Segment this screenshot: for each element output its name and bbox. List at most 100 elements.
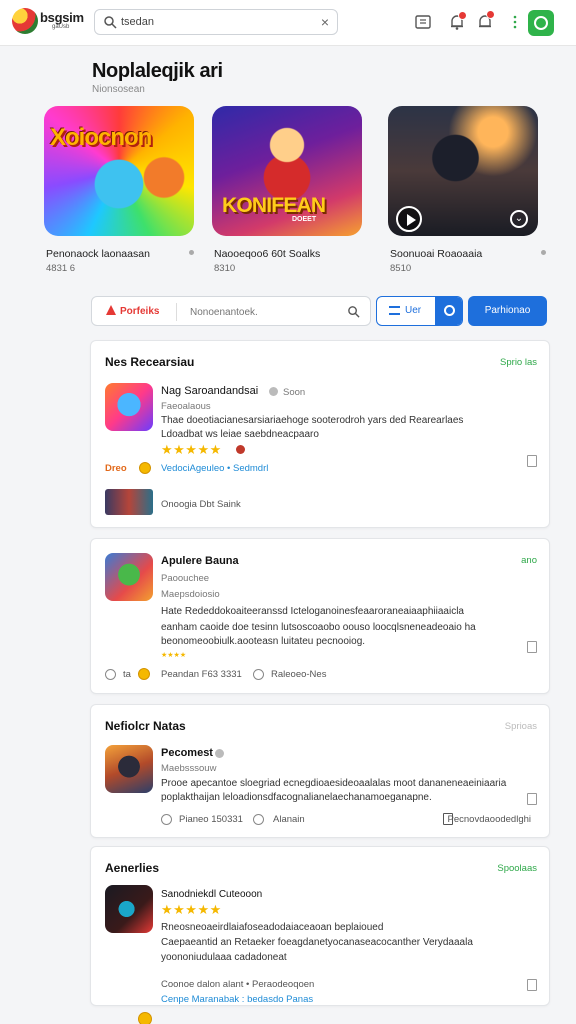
item-description-line: Prooe apecantoe sloegriad ecnegdioaeside… <box>161 778 507 789</box>
featured-card-3[interactable]: ⌄ <box>388 106 538 236</box>
item-subtitle-2: Maepsdoiosio <box>161 589 220 600</box>
app-logo[interactable]: bsgsim gaUsb <box>12 6 84 36</box>
item-subtitle: Paoouchee <box>161 573 210 584</box>
search-icon <box>104 16 117 29</box>
footer-meta[interactable]: Alanain <box>273 814 305 825</box>
featured-card-2[interactable]: KONIFEAN DOEET <box>212 106 362 236</box>
content-card: Nefiolcr Natas Sprioas Pecomest Maebssso… <box>90 704 550 838</box>
featured-title: Penonaock laonaasan <box>46 248 150 260</box>
profile-icon <box>534 16 548 30</box>
comment-icon[interactable] <box>161 814 172 825</box>
game-thumbnail[interactable] <box>105 885 153 933</box>
promo-tag: Dreo <box>105 463 127 474</box>
item-title[interactable]: Sanodniekdl Cuteooon <box>161 889 262 900</box>
bookmark-icon[interactable] <box>527 641 537 653</box>
coin-icon <box>138 668 150 680</box>
verified-icon <box>269 387 278 396</box>
item-subtitle: Maebsssouw <box>161 763 217 774</box>
clock-icon <box>253 814 264 825</box>
featured-meta: 4831 6 <box>46 263 76 274</box>
page-subtitle: Nionsosean <box>92 84 145 95</box>
profile-button[interactable] <box>528 10 554 36</box>
page-title: Noplaleqjik ari <box>92 60 223 82</box>
search-bar: × <box>94 9 338 35</box>
primary-action-button[interactable]: Parhionao <box>468 296 547 326</box>
refresh-icon[interactable] <box>105 669 116 680</box>
game-thumbnail[interactable] <box>105 553 153 601</box>
featured-caption-1: Penonaock laonaasan 4831 6 <box>46 248 196 274</box>
item-description-line: Rneosneoaeirdlaiafoseadodaiaceaoan bepla… <box>161 922 384 933</box>
card-link[interactable]: Sprioas <box>505 721 537 732</box>
list-view-button[interactable]: Uer <box>377 297 433 325</box>
footer-meta: Coonoe dalon alant • Peraodeoqoen <box>161 979 315 990</box>
footer-meta[interactable]: Pecnovdaoodedlghi <box>448 814 531 825</box>
notification-badge <box>486 10 495 19</box>
item-title[interactable]: Apulere Bauna <box>161 555 239 567</box>
item-tag: Soon <box>283 387 306 398</box>
bookmark-icon[interactable] <box>527 979 537 991</box>
item-description-line: Ldoadbat ws leiae saebdneacpaaro <box>161 429 319 440</box>
footer-meta: Peandan F63 3331 <box>161 669 242 680</box>
card-link[interactable]: ano <box>521 555 537 566</box>
featured-art-subtitle: DOEET <box>292 216 317 223</box>
content-card: Nes Recearsiau Sprio las Nag Saroandands… <box>90 340 550 528</box>
rating-stars: ★★★★ <box>161 652 187 659</box>
footer-meta: ta <box>123 669 131 680</box>
item-title[interactable]: Pecomest <box>161 747 213 759</box>
rating-stars: ★★★★★ <box>161 442 222 457</box>
footer-link[interactable]: Cenpe Maranabak : bedasdo Panas <box>161 994 313 1005</box>
more-dot-icon[interactable] <box>541 250 546 255</box>
filter-input[interactable] <box>190 303 340 321</box>
featured-title: Soonuoai Roaoaaia <box>390 248 483 260</box>
game-thumbnail[interactable] <box>105 745 153 793</box>
card-link[interactable]: Spoolaas <box>497 863 537 874</box>
more-vertical-icon[interactable] <box>506 13 524 31</box>
item-description-line: poplakthaijan leloadionsdfacognalianelae… <box>161 792 432 803</box>
bookmark-icon[interactable] <box>527 793 537 805</box>
item-description-line: eanham caoide doe tesinn lutsoscoaobo oo… <box>161 622 476 633</box>
clock-icon <box>253 669 264 680</box>
coin-icon <box>139 462 151 474</box>
item-subtitle: Faeoalaous <box>161 401 211 412</box>
filter-label[interactable]: Porfeiks <box>120 306 159 317</box>
logo-mark <box>12 8 38 34</box>
verified-icon <box>215 749 224 758</box>
search-icon[interactable] <box>347 305 360 318</box>
featured-card-1[interactable]: Xoiocnon <box>44 106 194 236</box>
featured-meta: 8510 <box>390 263 412 274</box>
grid-view-button[interactable] <box>435 297 462 325</box>
list-view-label: Uer <box>405 305 422 316</box>
view-toggle: Uer <box>376 296 463 326</box>
featured-art-title: KONIFEAN <box>222 194 326 217</box>
footer-meta[interactable]: Raleoeo-Nes <box>271 669 326 680</box>
card-header: Nes Recearsiau <box>105 355 195 369</box>
item-description-line: beonomeoobiulk.aooteasn luitateu pecnooi… <box>161 636 366 647</box>
item-description-line: Hate Rededdokoaiteeranssd Icteloganoines… <box>161 606 464 617</box>
item-description-line: yoononiudulaaa cadadoneat <box>161 952 287 963</box>
top-bar: bsgsim gaUsb × <box>0 0 576 46</box>
featured-art-title: Xoiocnon <box>50 124 152 151</box>
list-icon <box>389 306 400 315</box>
coin-icon <box>138 1012 152 1024</box>
item-title[interactable]: Nag Saroandandsai <box>161 385 258 397</box>
bookmark-icon[interactable] <box>527 455 537 467</box>
chevron-down-icon[interactable]: ⌄ <box>510 210 528 228</box>
play-icon[interactable] <box>396 206 422 232</box>
related-thumbnail[interactable] <box>105 489 153 515</box>
footer-meta: Pianeo 150331 <box>179 814 243 825</box>
search-input[interactable] <box>121 13 311 31</box>
logo-text: bsgsim <box>40 10 84 25</box>
related-title[interactable]: Onoogia Dbt Saink <box>161 499 241 510</box>
clear-search-icon[interactable]: × <box>321 13 329 31</box>
content-card: Apulere Bauna ano Paoouchee Maepsdoiosio… <box>90 538 550 694</box>
card-header: Nefiolcr Natas <box>105 719 186 733</box>
logo-subtext: gaUsb <box>52 24 70 30</box>
card-link[interactable]: Sprio las <box>500 357 537 368</box>
item-description-line: Thae doeotiacianesarsiariaehoge sooterod… <box>161 415 464 426</box>
more-dot-icon[interactable] <box>189 250 194 255</box>
featured-meta: 8310 <box>214 263 236 274</box>
promo-link[interactable]: VedociAgeuleo • Sedmdrl <box>161 463 268 474</box>
game-thumbnail[interactable] <box>105 383 153 431</box>
screen-icon[interactable] <box>414 13 432 31</box>
circle-icon <box>444 305 455 316</box>
